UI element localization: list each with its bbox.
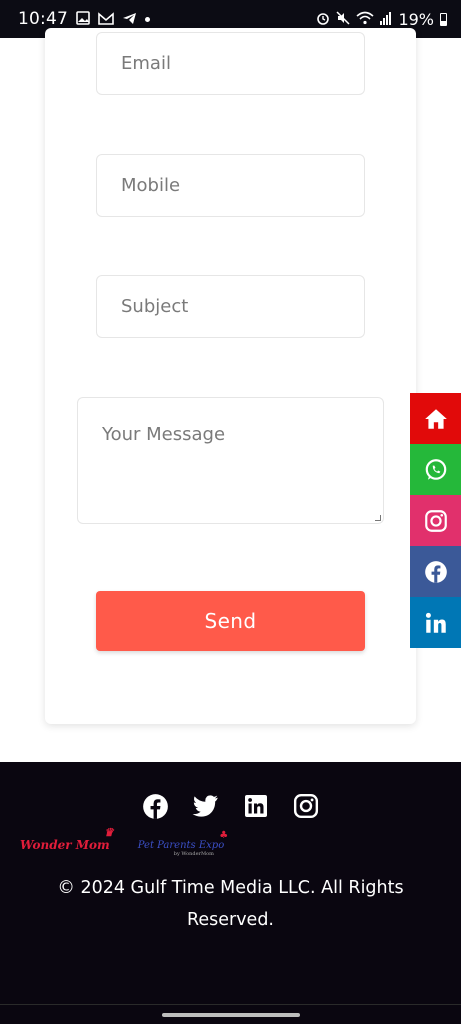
status-left: 10:47 [18, 9, 150, 29]
status-right: 19% [316, 10, 447, 29]
page-content: Email Mobile Subject Your Message Send [0, 28, 461, 762]
mute-icon [336, 10, 350, 29]
footer-social-icons [0, 792, 461, 820]
home-gesture-handle[interactable] [162, 1013, 300, 1017]
copyright-line-2: Reserved. [186, 910, 274, 930]
wifi-icon [356, 10, 374, 29]
facebook-icon [143, 793, 168, 819]
copyright-text: © 2024 Gulf Time Media LLC. All Rights R… [30, 872, 431, 936]
notification-dot [145, 16, 150, 22]
floating-whatsapp-button[interactable] [410, 444, 461, 495]
navigation-bar [0, 1004, 461, 1024]
signal-icon [380, 10, 392, 29]
contact-form-card: Email Mobile Subject Your Message Send [45, 28, 416, 724]
linkedin-icon [425, 612, 446, 633]
resize-handle[interactable] [375, 515, 381, 521]
battery-icon [440, 12, 447, 26]
instagram-icon [424, 509, 447, 532]
subject-placeholder: Subject [121, 296, 189, 317]
battery-percent: 19% [398, 9, 434, 29]
alarm-icon [316, 10, 330, 29]
message-textarea[interactable]: Your Message [77, 397, 384, 524]
mobile-placeholder: Mobile [121, 175, 181, 196]
message-placeholder: Your Message [102, 424, 226, 445]
footer-linkedin-link[interactable] [242, 792, 270, 820]
email-field[interactable]: Email [96, 32, 365, 95]
floating-social-bar [410, 393, 461, 648]
footer-facebook-link[interactable] [142, 792, 170, 820]
floating-home-button[interactable] [410, 393, 461, 444]
send-label: Send [204, 609, 257, 633]
mobile-field[interactable]: Mobile [96, 154, 365, 217]
floating-instagram-button[interactable] [410, 495, 461, 546]
twitter-icon [192, 795, 218, 817]
facebook-icon [424, 560, 447, 583]
pet-parents-expo-logo[interactable]: Pet Parents Expo by WonderMom ♣ [138, 830, 228, 857]
email-placeholder: Email [121, 53, 171, 74]
floating-facebook-button[interactable] [410, 546, 461, 597]
linkedin-icon [244, 795, 267, 817]
home-icon [424, 408, 447, 429]
gmail-icon [98, 10, 114, 29]
telegram-icon [122, 10, 137, 29]
partner-logos: Wonder Mom ♛ Pet Parents Expo by WonderM… [20, 826, 228, 857]
gallery-icon [76, 10, 90, 29]
footer: Wonder Mom ♛ Pet Parents Expo by WonderM… [0, 762, 461, 1024]
subject-field[interactable]: Subject [96, 275, 365, 338]
wonder-mom-logo[interactable]: Wonder Mom ♛ [20, 826, 114, 852]
instagram-icon [293, 793, 318, 819]
footer-instagram-link[interactable] [292, 792, 320, 820]
send-button[interactable]: Send [96, 591, 365, 651]
whatsapp-icon [425, 458, 446, 480]
wonder-mom-figure-icon: ♛ [103, 826, 114, 839]
footer-twitter-link[interactable] [192, 792, 220, 820]
floating-linkedin-button[interactable] [410, 597, 461, 648]
copyright-line-1: © 2024 Gulf Time Media LLC. All Rights [57, 878, 404, 898]
status-time: 10:47 [18, 9, 68, 29]
paw-icon: ♣ [219, 829, 229, 841]
